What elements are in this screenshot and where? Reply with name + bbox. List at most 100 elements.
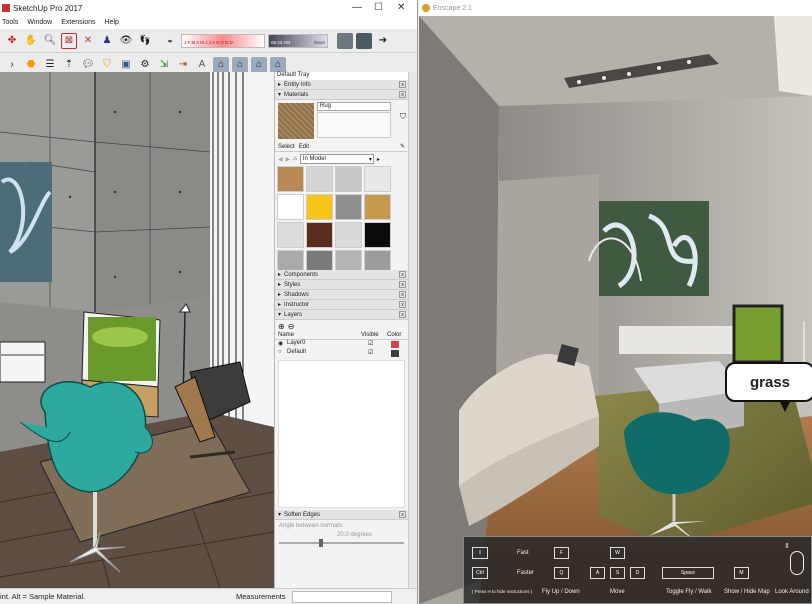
pencil-icon[interactable]: ✎ xyxy=(400,143,405,150)
material-swatch[interactable] xyxy=(306,194,333,220)
layer-radio[interactable]: ○ xyxy=(278,349,282,355)
material-swatch[interactable] xyxy=(335,194,362,220)
minimize-button[interactable]: — xyxy=(352,2,362,13)
zoom-extents-icon[interactable]: ✕ xyxy=(80,33,96,49)
section-close-icon[interactable]: x xyxy=(399,511,406,518)
menu-help[interactable]: Help xyxy=(105,19,119,26)
material-swatch[interactable] xyxy=(364,194,391,220)
styles-section[interactable]: ▸ Styles x xyxy=(275,280,408,290)
speech-icon[interactable]: 💬︎ xyxy=(80,57,96,73)
shadows-icon[interactable]: ◒ xyxy=(162,33,178,49)
material-swatch[interactable] xyxy=(335,222,362,248)
material-name-field[interactable]: Rug xyxy=(317,102,391,111)
home-icon[interactable]: ⌂ xyxy=(293,156,297,162)
settings-panel-icon[interactable]: ⚙ xyxy=(137,57,153,73)
menu-tools[interactable]: Tools xyxy=(2,19,18,26)
remove-layer-icon[interactable]: ⊖ xyxy=(288,322,295,331)
layer-color-swatch[interactable] xyxy=(391,350,399,357)
m-key: M xyxy=(734,567,749,579)
material-swatch[interactable] xyxy=(364,222,391,248)
sketchup-viewport[interactable] xyxy=(0,72,274,588)
walk-icon[interactable]: ♟ xyxy=(99,33,115,49)
section-close-icon[interactable]: x xyxy=(399,281,406,288)
material-desc-field[interactable] xyxy=(317,112,391,138)
scenes-icon[interactable]: ▣ xyxy=(118,57,134,73)
material-swatch[interactable] xyxy=(306,166,333,192)
enscape-sync-icon[interactable] xyxy=(356,32,372,49)
view-front-icon[interactable]: ⌂ xyxy=(251,56,267,73)
material-swatch[interactable] xyxy=(277,194,304,220)
layer-row[interactable]: ◉ Layer0 ☑ xyxy=(275,340,408,349)
layer-color-swatch[interactable] xyxy=(391,341,399,348)
paint-bucket-icon[interactable]: ⛉ xyxy=(99,57,115,73)
forward-icon[interactable]: ▶ xyxy=(286,156,291,163)
text-icon[interactable]: A xyxy=(194,57,210,73)
enscape-render-view[interactable]: grass ⇧ Ctrl Fast Faster ( Press H to hi… xyxy=(419,16,812,604)
material-tabs: Select Edit ✎ xyxy=(275,142,408,152)
soften-edges-section[interactable]: ▾ Soften Edges x xyxy=(275,510,408,520)
look-around-icon[interactable]: 👁︎ xyxy=(118,33,134,49)
tooltip-text: grass xyxy=(749,373,791,391)
library-dropdown[interactable]: In Model ▾ xyxy=(299,154,374,164)
add-layer-icon[interactable]: ⊕ xyxy=(278,322,285,331)
measurements-field[interactable] xyxy=(291,590,392,603)
components-section[interactable]: ▸ Components x xyxy=(275,270,408,280)
section-close-icon[interactable]: x xyxy=(399,91,406,98)
make-component-icon[interactable]: ⬣ xyxy=(23,57,39,73)
material-swatch[interactable] xyxy=(364,166,391,192)
show-hide-map-label: Show / Hide Map xyxy=(724,589,770,595)
lines-icon[interactable]: ☰ xyxy=(42,57,58,73)
material-preview-swatch xyxy=(278,103,314,139)
arrow-icon[interactable]: ➜ xyxy=(375,33,391,49)
material-swatch[interactable] xyxy=(306,222,333,248)
menu-window[interactable]: Window xyxy=(27,19,52,26)
section-close-icon[interactable]: x xyxy=(399,271,406,278)
tab-edit[interactable]: Edit xyxy=(299,144,309,150)
material-preview-row: Rug ⛉ xyxy=(275,100,408,142)
material-swatch[interactable] xyxy=(277,222,304,248)
menu-extensions[interactable]: Extensions xyxy=(61,19,95,26)
entity-info-section[interactable]: ▸ Entity Info x xyxy=(275,80,408,90)
visible-checkbox[interactable]: ☑ xyxy=(368,340,373,347)
materials-section[interactable]: ▾ Materials x xyxy=(275,90,408,100)
zoom-window-icon[interactable]: ⊠ xyxy=(61,32,77,49)
view-right-icon[interactable]: ⌂ xyxy=(270,56,286,73)
tape-icon[interactable]: ⇥ xyxy=(175,57,191,73)
layers-section[interactable]: ▾ Layers x xyxy=(275,310,408,320)
visible-checkbox[interactable]: ☑ xyxy=(368,349,373,356)
footprint-icon[interactable]: 👣︎ xyxy=(137,33,153,49)
tooltip-tail-icon xyxy=(779,400,791,412)
maximize-button[interactable]: ☐ xyxy=(374,2,383,13)
zoom-icon[interactable]: 🔍︎ xyxy=(42,33,58,49)
back-icon[interactable]: ◀ xyxy=(278,156,283,163)
material-swatch[interactable] xyxy=(335,166,362,192)
tab-select[interactable]: Select xyxy=(278,144,295,150)
orbit-icon[interactable]: ✤ xyxy=(4,33,20,49)
select-arrow-icon[interactable]: › xyxy=(4,57,20,73)
shadow-month-slider[interactable]: J F M A M J J A S O N D xyxy=(181,33,265,48)
details-icon[interactable]: ▸ xyxy=(377,156,380,163)
angle-slider[interactable] xyxy=(279,539,404,547)
material-swatch[interactable] xyxy=(277,166,304,192)
close-button[interactable]: ✕ xyxy=(397,2,405,13)
slider-thumb[interactable] xyxy=(319,539,323,547)
view-iso-icon[interactable]: ⌂ xyxy=(213,56,229,73)
section-close-icon[interactable]: x xyxy=(399,301,406,308)
time-slider[interactable]: 06:43 AM Noon xyxy=(268,33,328,48)
section-close-icon[interactable]: x xyxy=(399,291,406,298)
instructor-section[interactable]: ▸ Instructor x xyxy=(275,300,408,310)
shadows-section[interactable]: ▸ Shadows x xyxy=(275,290,408,300)
pan-icon[interactable]: ✋ xyxy=(23,33,39,49)
arrow-up-icon[interactable]: ⇡ xyxy=(61,57,77,73)
mouse-icon xyxy=(790,551,804,575)
section-close-icon[interactable]: x xyxy=(399,81,406,88)
view-top-icon[interactable]: ⌂ xyxy=(232,56,248,73)
enscape-start-icon[interactable] xyxy=(337,32,353,49)
dimension-icon[interactable]: ⇲ xyxy=(156,57,172,73)
section-close-icon[interactable]: x xyxy=(399,311,406,318)
toolbar-top: ✤ ✋ 🔍︎ ⊠ ✕ ♟ 👁︎ 👣︎ ◒ J F M A M J J A S O… xyxy=(0,29,417,53)
layer-row[interactable]: ○ Default ☑ xyxy=(275,349,408,358)
paint-bucket-icon[interactable]: ⛉ xyxy=(400,112,406,122)
tray-scrollbar[interactable] xyxy=(408,72,417,588)
layer-radio[interactable]: ◉ xyxy=(278,340,283,347)
